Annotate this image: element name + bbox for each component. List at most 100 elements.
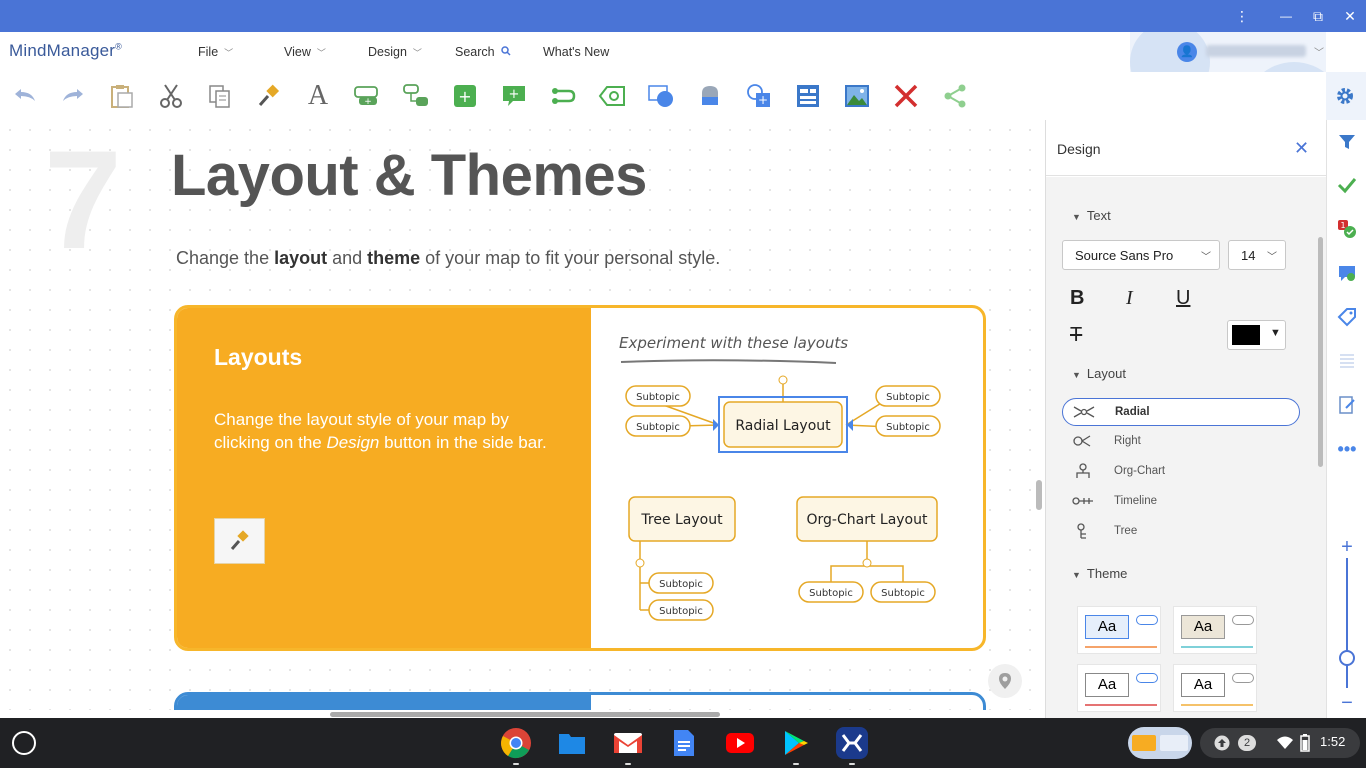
title-bar: ⋮ — ⧉ ✕ [0,0,1366,32]
theme-line [1085,646,1157,648]
add-floating-topic-icon[interactable]: + [450,82,480,110]
text-section-header[interactable]: ▼ Text [1072,208,1111,223]
theme-pill [1232,615,1254,625]
font-size-select[interactable]: 14 ﹀ [1228,240,1286,270]
add-subtopic-icon[interactable] [401,82,431,110]
layout-section-header[interactable]: ▼ Layout [1072,366,1126,381]
panel-title: Design [1057,141,1101,157]
italic-button[interactable]: I [1126,287,1133,310]
right-sidebar: 1 ••• + − [1326,120,1366,718]
menu-whats-new[interactable]: What's New [543,45,609,59]
horizontal-scrollbar[interactable] [330,712,720,717]
theme-pill [1232,673,1254,683]
filter-icon[interactable] [1337,132,1357,152]
bold-button[interactable]: B [1070,287,1084,310]
account-name-blurred[interactable] [1206,45,1306,57]
chevron-down-icon: ﹀ [1267,252,1277,263]
running-indicator [793,763,799,765]
layout-option-label: Org-Chart [1114,465,1166,477]
fill-icon[interactable] [695,82,725,110]
youtube-icon[interactable] [724,727,756,759]
layout-option-label: Right [1114,435,1141,447]
theme-line [1085,704,1157,706]
text-icon[interactable]: A [303,80,333,111]
strikethrough-button[interactable]: T [1070,324,1082,347]
theme-line [1181,704,1253,706]
more-options-icon[interactable]: ⋮ [1226,0,1258,32]
subtopic-label: Subtopic [659,579,703,590]
paste-icon[interactable] [107,82,137,110]
layout-option-org-chart[interactable]: Org-Chart [1062,458,1300,486]
mindmanager-icon[interactable] [836,727,868,759]
notes-icon[interactable] [1337,395,1357,415]
relationship-icon[interactable] [548,82,578,110]
callout-icon[interactable]: + [499,82,529,110]
list-icon[interactable] [1337,351,1357,371]
menu-design[interactable]: Design ﹀ [368,45,422,59]
check-icon[interactable] [1337,175,1357,195]
play-store-icon[interactable] [780,727,812,759]
format-painter-icon[interactable] [254,82,284,110]
underline-button[interactable]: U [1176,287,1190,310]
next-card [174,692,986,710]
toolbar: A + + + + [0,72,1326,120]
menu-file[interactable]: File ﹀ [198,45,233,59]
delete-icon[interactable] [891,82,921,110]
theme-tile-2[interactable]: Aa [1173,606,1257,654]
font-color-picker[interactable]: ▼ [1227,320,1286,350]
vertical-scrollbar[interactable] [1036,480,1042,510]
theme-sample: Aa [1085,673,1129,697]
redo-icon[interactable] [58,82,88,110]
layout-option-tree[interactable]: Tree [1062,518,1300,546]
shape-icon[interactable] [646,82,676,110]
zoom-out-button[interactable]: − [1337,692,1357,714]
design-brush-button[interactable] [214,518,265,564]
gmail-icon[interactable] [612,727,644,759]
panel-scrollbar[interactable] [1318,237,1323,467]
theme-sample: Aa [1181,673,1225,697]
layout-option-right[interactable]: Right [1062,428,1300,456]
image-icon[interactable] [842,82,872,110]
theme-tile-3[interactable]: Aa [1077,664,1161,712]
insert-shape-icon[interactable]: + [744,82,774,110]
gear-icon[interactable] [1335,86,1355,106]
theme-tile-4[interactable]: Aa [1173,664,1257,712]
comment-icon[interactable] [1337,263,1357,283]
close-window-button[interactable]: ✕ [1334,0,1366,32]
cut-icon[interactable] [156,82,186,110]
menu-search[interactable]: Search [455,45,511,59]
docs-icon[interactable] [668,727,700,759]
share-icon[interactable] [940,82,970,110]
layout-icon[interactable] [793,82,823,110]
boundary-icon[interactable] [597,82,627,110]
theme-section-header[interactable]: ▼ Theme [1072,566,1127,581]
undo-icon[interactable] [10,82,40,110]
window-thumbnail[interactable] [1128,727,1192,759]
subtopic-label: Subtopic [886,392,930,403]
menu-view[interactable]: View ﹀ [284,45,326,59]
launcher-icon[interactable] [12,731,36,755]
add-topic-icon[interactable]: + [352,82,382,110]
close-icon[interactable]: ✕ [1294,138,1309,159]
copy-icon[interactable] [205,82,235,110]
theme-tile-1[interactable]: Aa [1077,606,1161,654]
layout-option-timeline[interactable]: Timeline [1062,488,1300,516]
minimize-button[interactable]: — [1270,0,1302,32]
chrome-icon[interactable] [500,727,532,759]
zoom-slider-handle[interactable] [1339,650,1355,666]
user-avatar-icon[interactable]: 👤 [1177,42,1197,62]
layouts-card-panel: Layouts Change the layout style of your … [177,308,591,648]
map-marker-icon[interactable] [988,664,1022,698]
files-icon[interactable] [556,727,588,759]
map-canvas[interactable]: 7 Layout & Themes Change the layout and … [0,120,1045,710]
layout-option-radial[interactable]: Radial [1062,398,1300,426]
zoom-slider-track[interactable] [1346,558,1348,688]
font-family-select[interactable]: Source Sans Pro ﹀ [1062,240,1220,270]
more-icon[interactable]: ••• [1337,439,1357,459]
tag-icon[interactable] [1337,307,1357,327]
task-priority-icon[interactable]: 1 [1337,219,1357,239]
system-tray[interactable]: 2 1:52 [1200,728,1360,758]
zoom-in-button[interactable]: + [1337,536,1357,558]
account-chevron-icon[interactable]: ﹀ [1314,44,1324,59]
maximize-button[interactable]: ⧉ [1302,0,1334,32]
